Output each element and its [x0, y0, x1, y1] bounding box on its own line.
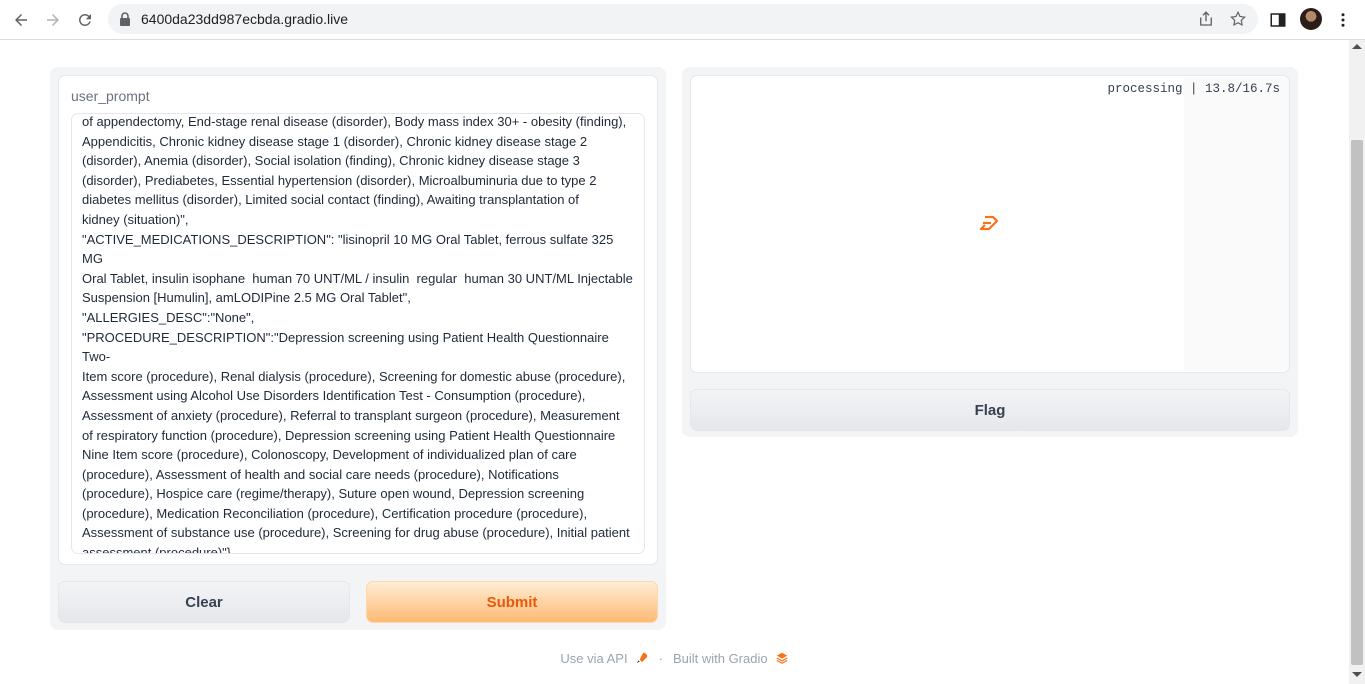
- scroll-down-arrow[interactable]: [1352, 672, 1362, 677]
- flag-button[interactable]: Flag: [690, 389, 1290, 431]
- side-panel-button[interactable]: [1267, 9, 1289, 31]
- menu-button[interactable]: [1332, 9, 1354, 31]
- gradio-link[interactable]: Built with Gradio: [673, 651, 789, 666]
- forward-button[interactable]: [39, 6, 67, 34]
- user-prompt-value: of appendectomy, End-stage renal disease…: [82, 114, 633, 554]
- submit-button[interactable]: Submit: [366, 581, 658, 623]
- processing-status: processing | 13.8/16.7s: [1107, 82, 1280, 96]
- back-button[interactable]: [7, 6, 35, 34]
- reload-icon: [78, 13, 91, 26]
- address-bar[interactable]: 6400da23dd987ecbda.gradio.live: [108, 4, 1258, 34]
- star-icon[interactable]: [1229, 10, 1247, 28]
- footer-separator: ·: [658, 650, 663, 666]
- kebab-menu-icon: [1341, 13, 1345, 27]
- api-link[interactable]: Use via API: [560, 651, 648, 666]
- url-text: 6400da23dd987ecbda.gradio.live: [141, 11, 349, 27]
- lock-icon: [120, 12, 130, 26]
- gradio-loading-icon: [979, 215, 999, 231]
- arrow-right-icon: [47, 14, 59, 26]
- output-area-margin: [1184, 77, 1289, 371]
- gradio-logo-icon: [776, 652, 788, 664]
- clear-button[interactable]: Clear: [58, 581, 350, 623]
- footer: Use via API · Built with Gradio: [0, 648, 1349, 668]
- prompt-label: user_prompt: [71, 88, 150, 104]
- scrollbar-thumb[interactable]: [1351, 140, 1363, 665]
- avatar[interactable]: [1300, 8, 1322, 30]
- scroll-up-arrow[interactable]: [1352, 44, 1362, 49]
- browser-toolbar: 6400da23dd987ecbda.gradio.live: [0, 0, 1365, 40]
- rocket-icon: [636, 652, 647, 664]
- reload-button[interactable]: [71, 6, 99, 34]
- output-area: [692, 77, 1184, 371]
- arrow-left-icon: [15, 14, 27, 26]
- share-icon[interactable]: [1197, 10, 1215, 28]
- side-panel-icon: [1270, 13, 1286, 27]
- user-prompt-textarea[interactable]: of appendectomy, End-stage renal disease…: [71, 113, 645, 554]
